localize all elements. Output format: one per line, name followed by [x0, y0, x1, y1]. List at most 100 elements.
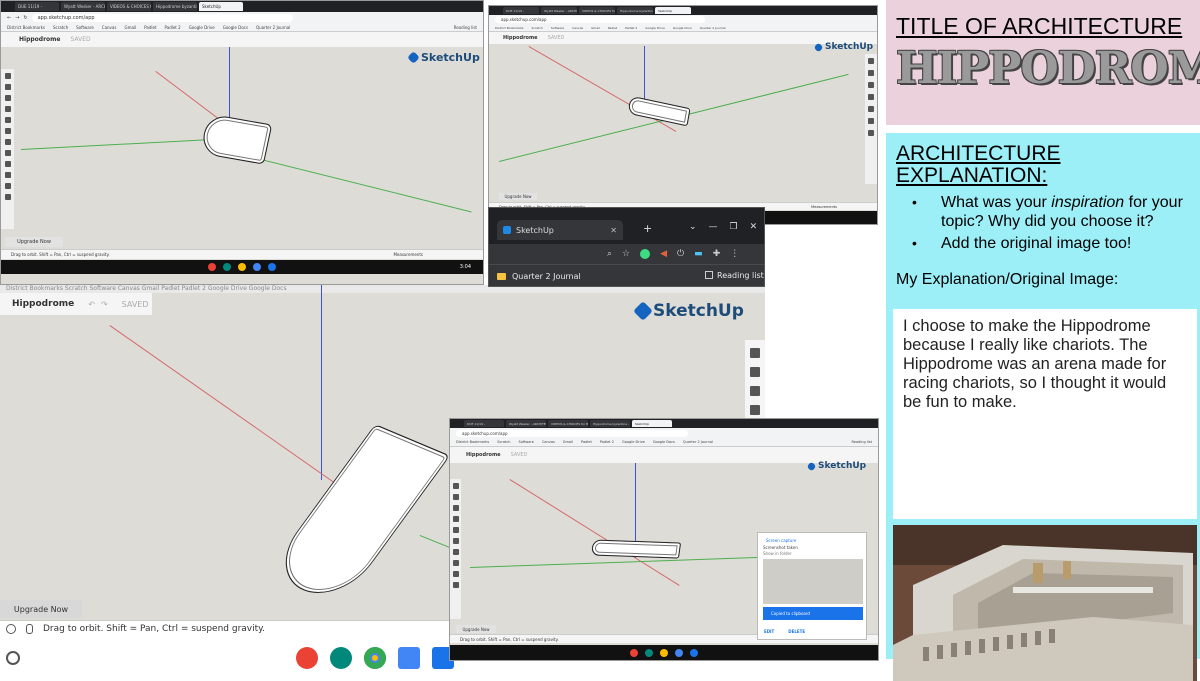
paint-tool-icon[interactable]: [452, 505, 459, 511]
instructor-icon[interactable]: [750, 348, 760, 358]
push-pull-tool-icon[interactable]: [452, 549, 459, 555]
bookmark[interactable]: Google Drive: [189, 25, 215, 30]
bookmark[interactable]: Software: [76, 25, 94, 30]
close-window-icon[interactable]: ✕: [750, 222, 758, 232]
instructor-icon[interactable]: [868, 58, 874, 64]
puzzle-icon[interactable]: ✚: [713, 249, 721, 259]
browser-tab[interactable]: DUE 11/19 -: [503, 7, 539, 14]
url-field[interactable]: app.sketchup.com/app: [31, 13, 294, 22]
browser-tab[interactable]: Hippodrome byzantine - Go: [617, 7, 653, 14]
upgrade-now-button[interactable]: Upgrade Now: [499, 193, 537, 200]
line-tool-icon[interactable]: [452, 516, 459, 522]
notification-subtitle[interactable]: Show in folder: [763, 551, 792, 556]
bookmark[interactable]: Software: [519, 440, 534, 444]
launcher-icon[interactable]: [6, 651, 20, 665]
browser-tab[interactable]: Wyatt Wesker - ARCHITEC: [61, 2, 105, 11]
shape-tool-icon[interactable]: [452, 538, 459, 544]
search-icon[interactable]: ⌕: [607, 249, 612, 259]
orbit-tool-icon[interactable]: [452, 582, 459, 588]
bookmark[interactable]: Scratch: [532, 26, 543, 30]
reading-list[interactable]: Reading list: [852, 440, 878, 444]
model-name[interactable]: Hippodrome: [12, 299, 74, 309]
scenes-icon[interactable]: [868, 130, 874, 136]
redo-icon[interactable]: ↷: [101, 300, 108, 309]
upgrade-now-button[interactable]: Upgrade Now: [456, 625, 496, 633]
extension-icon[interactable]: ◀: [660, 249, 667, 259]
model-name[interactable]: Hippodrome: [19, 36, 61, 43]
tape-tool-icon[interactable]: [4, 183, 11, 189]
move-tool-icon[interactable]: [452, 560, 459, 566]
upgrade-now-button[interactable]: Upgrade Now: [5, 237, 63, 247]
gmail-icon[interactable]: [296, 647, 318, 669]
reload-icon[interactable]: ↻: [23, 15, 27, 21]
bookmark[interactable]: Scratch: [497, 440, 510, 444]
bookmark[interactable]: Gmail: [124, 25, 136, 30]
browser-tab[interactable]: VIDEOS & CHOICES for Bu: [548, 420, 588, 427]
url-field[interactable]: app.sketchup.com/app: [495, 16, 706, 23]
shape-tool-icon[interactable]: [4, 128, 11, 134]
back-icon[interactable]: ←: [7, 15, 11, 21]
scale-tool-icon[interactable]: [4, 172, 11, 178]
push-pull-tool-icon[interactable]: [4, 139, 11, 145]
new-tab-icon[interactable]: +: [643, 222, 652, 235]
reading-list[interactable]: Reading list: [454, 25, 483, 30]
reading-list[interactable]: Reading list: [705, 271, 764, 280]
tab-search-icon[interactable]: ⌄: [689, 222, 697, 232]
browser-tab[interactable]: VIDEOS & CHOICES for Bu: [579, 7, 615, 14]
line-tool-icon[interactable]: [4, 106, 11, 112]
browser-tab[interactable]: DUE 11/19 -: [464, 420, 504, 427]
materials-icon[interactable]: [868, 94, 874, 100]
bookmark[interactable]: Padlet 2: [625, 26, 637, 30]
bookmark[interactable]: Quarter 2 Journal: [683, 440, 713, 444]
bookmark[interactable]: District Bookmarks: [7, 25, 45, 30]
bookmark[interactable]: District Bookmarks: [456, 440, 489, 444]
select-tool-icon[interactable]: [452, 483, 459, 489]
bookmark[interactable]: Software: [551, 26, 564, 30]
files-icon[interactable]: [268, 263, 276, 271]
hippodrome-model[interactable]: [199, 113, 273, 165]
browser-tab[interactable]: Wyatt Wesker - ARCHITEC: [506, 420, 546, 427]
bookmark[interactable]: Padlet: [144, 25, 156, 30]
model-name[interactable]: Hippodrome: [503, 35, 538, 41]
arc-tool-icon[interactable]: [4, 117, 11, 123]
browser-tab-active[interactable]: SketchUp: [655, 7, 691, 14]
gmail-icon[interactable]: [208, 263, 216, 271]
bookmark[interactable]: District Bookmarks: [495, 26, 524, 30]
rotate-tool-icon[interactable]: [4, 161, 11, 167]
bookmark[interactable]: Gmail: [591, 26, 600, 30]
url-field[interactable]: app.sketchup.com/app: [456, 429, 689, 437]
paint-tool-icon[interactable]: [4, 95, 11, 101]
bookmark[interactable]: Padlet: [608, 26, 617, 30]
docs-icon[interactable]: [675, 649, 683, 657]
bookmark[interactable]: Google Docs: [653, 440, 675, 444]
orbit-tool-icon[interactable]: [4, 194, 11, 200]
model-name[interactable]: Hippodrome: [466, 452, 501, 458]
gmail-icon[interactable]: [630, 649, 638, 657]
bookmark[interactable]: Canvas: [542, 440, 555, 444]
components-icon[interactable]: [750, 386, 760, 396]
forward-icon[interactable]: →: [15, 15, 19, 21]
docs-icon[interactable]: [253, 263, 261, 271]
hippodrome-model[interactable]: [265, 424, 451, 606]
browser-tab[interactable]: Hippodrome byzantine - Go: [153, 2, 197, 11]
move-tool-icon[interactable]: [4, 150, 11, 156]
layers-icon[interactable]: [868, 118, 874, 124]
minimize-icon[interactable]: —: [709, 222, 718, 232]
browser-tab-active[interactable]: SketchUp: [632, 420, 672, 427]
arc-tool-icon[interactable]: [452, 527, 459, 533]
browser-tab[interactable]: Wyatt Wesker - ARCHITEC: [541, 7, 577, 14]
edit-button[interactable]: EDIT: [764, 629, 774, 634]
entity-info-icon[interactable]: [868, 70, 874, 76]
docs-icon[interactable]: [398, 647, 420, 669]
meet-icon[interactable]: [223, 263, 231, 271]
bookmark[interactable]: Quarter 2 Journal: [700, 26, 726, 30]
chrome-icon[interactable]: [364, 647, 386, 669]
browser-tab[interactable]: Hippodrome byzantine - Go: [590, 420, 630, 427]
screenshot-thumbnail[interactable]: [763, 559, 863, 604]
extension-icon[interactable]: ▬: [694, 249, 703, 259]
chrome-icon[interactable]: [660, 649, 668, 657]
bookmark[interactable]: Quarter 2 Journal: [256, 25, 290, 30]
browser-tab-active[interactable]: SketchUp ✕: [497, 220, 623, 240]
power-icon[interactable]: ⏻: [677, 249, 684, 259]
materials-icon[interactable]: [750, 405, 760, 415]
